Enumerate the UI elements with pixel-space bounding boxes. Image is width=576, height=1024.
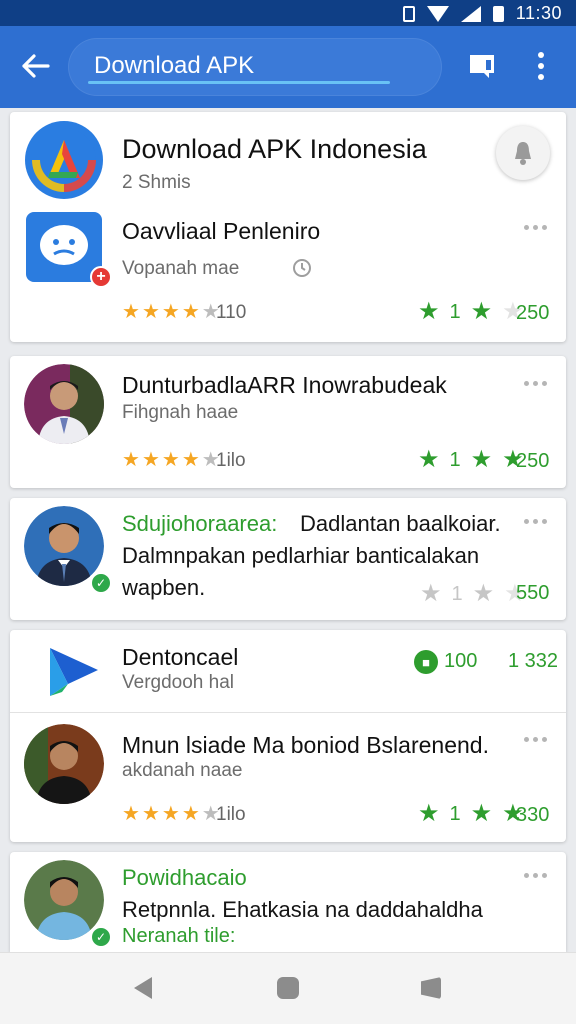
rating-stars-secondary: ★ 1 ★ ★ — [420, 580, 526, 607]
status-bar: 11:30 — [0, 0, 576, 26]
search-field[interactable]: Download APK — [68, 38, 442, 96]
card-subtitle: Vergdooh hal — [122, 672, 234, 693]
card-title: Mnun lsiade Ma boniod Bslarenend. — [122, 732, 489, 758]
app-subtitle: Vopanah mae — [122, 258, 240, 279]
notify-button[interactable] — [496, 126, 550, 180]
card-download-apk[interactable]: Download APK Indonesia 2 Shmis + Oavvlia… — [10, 112, 566, 342]
search-input[interactable]: Download APK — [94, 52, 254, 80]
rating-count: 1ilo — [216, 804, 246, 825]
signal-icon — [460, 5, 481, 22]
more-dots-button[interactable] — [520, 868, 550, 882]
play-store-logo-icon — [50, 648, 98, 696]
verified-badge-icon: ✓ — [90, 572, 112, 594]
rating-score: 250 — [516, 450, 550, 472]
user-avatar — [24, 860, 104, 940]
rating-stars: ★ ★ ★ ★ ★ — [122, 301, 220, 323]
more-dots-button[interactable] — [520, 220, 550, 234]
arrow-left-icon — [22, 54, 50, 78]
user-avatar — [24, 724, 104, 804]
history-icon — [293, 259, 311, 277]
add-badge-icon: + — [90, 266, 112, 288]
verified-badge-icon: ✓ — [90, 926, 112, 948]
app-title: Oavvliaal Penleniro — [122, 218, 321, 244]
card-description-line: Dalmnpakan pedlarhiar banticalakan — [122, 543, 480, 568]
chat-icon — [470, 55, 494, 78]
card-item-3[interactable]: ✓ Sdujiohoraarea: Dadlantan baalkoiar. D… — [10, 498, 566, 620]
back-button[interactable] — [14, 46, 58, 86]
system-nav-bar — [0, 952, 576, 1024]
bell-icon — [515, 142, 531, 165]
card-title-green: Powidhacaio — [122, 865, 247, 890]
app-icon: + — [26, 212, 112, 288]
nav-recents-button[interactable] — [421, 977, 441, 999]
card-description-line: wapben. — [122, 575, 206, 600]
vibrate-icon — [402, 5, 415, 22]
card-title-rest: Dadlantan baalkoiar. — [300, 511, 501, 536]
user-avatar — [24, 506, 104, 586]
card-subtitle: 2 Shmis — [122, 172, 191, 193]
card-title: Dentoncael — [122, 644, 239, 670]
rating-score: 330 — [516, 804, 550, 826]
card-title-green: Sdujiohoraarea: — [122, 511, 278, 536]
chat-badge-icon: ■ — [414, 650, 438, 674]
rating-stars: ★ ★ ★ ★ ★ — [122, 449, 220, 471]
more-dots-button[interactable] — [520, 514, 550, 528]
battery-icon — [492, 5, 504, 22]
search-progress-underline — [88, 81, 390, 84]
rating-stars-secondary: ★ 1 ★ ★ — [418, 800, 524, 827]
rating-stars-secondary: ★ 1 ★ ★ — [418, 298, 524, 325]
card-subtitle: Fihgnah haae — [122, 402, 239, 423]
more-vert-icon — [538, 52, 544, 58]
rating-stars-secondary: ★ 1 ★ ★ — [418, 446, 524, 473]
card-subtitle: akdanah naae — [122, 760, 243, 781]
row-divider — [10, 712, 566, 713]
card-title: DunturbadlaARR Inowrabudeak — [122, 372, 447, 398]
app-bar: Download APK — [0, 26, 576, 108]
download-count: 1 332 — [508, 650, 559, 672]
rating-count: 110 — [216, 302, 247, 323]
card-description-line: Neranah tile: — [122, 925, 236, 947]
card-title: Download APK Indonesia — [122, 134, 427, 164]
more-dots-button[interactable] — [520, 732, 550, 746]
google-play-logo-icon — [25, 121, 103, 199]
card-item-4[interactable]: Dentoncael Vergdooh hal ■ 100 1 332 Mnun… — [10, 630, 566, 842]
rating-score: 550 — [516, 582, 550, 604]
card-item-5[interactable]: ✓ Powidhacaio Retpnnla. Ehatkasia na dad… — [10, 852, 566, 952]
rating-score: 250 — [516, 302, 550, 324]
status-time: 11:30 — [515, 3, 562, 23]
chat-button[interactable] — [462, 48, 502, 84]
nav-home-button[interactable] — [277, 977, 299, 999]
wifi-icon — [426, 5, 449, 22]
card-item-2[interactable]: DunturbadlaARR Inowrabudeak Fihgnah haae… — [10, 356, 566, 488]
user-avatar — [24, 364, 104, 444]
rating-stars: ★ ★ ★ ★ ★ — [122, 803, 220, 825]
rating-count: 1ilo — [216, 450, 246, 471]
more-options-button[interactable] — [524, 46, 558, 86]
more-dots-button[interactable] — [520, 376, 550, 390]
badge-count: 100 — [444, 650, 478, 672]
nav-back-button[interactable] — [134, 977, 152, 999]
